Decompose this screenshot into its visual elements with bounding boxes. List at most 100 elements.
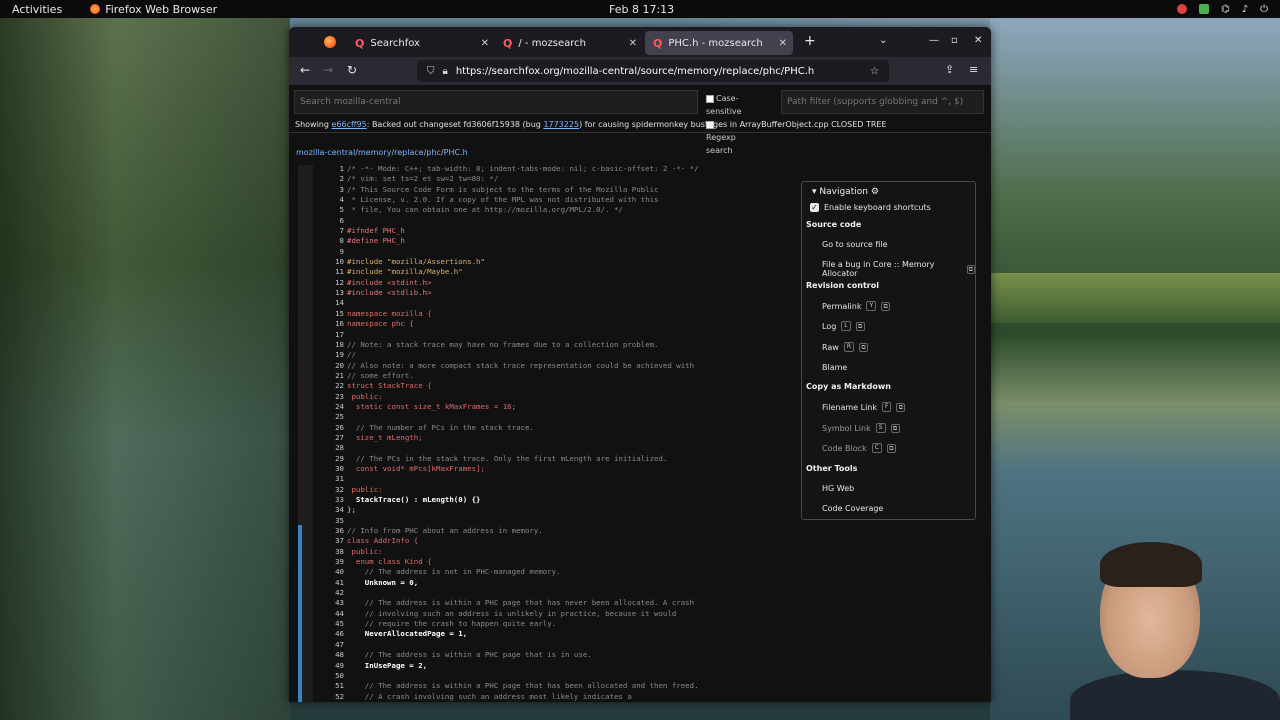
revision-link[interactable]: e66cff95: [332, 120, 367, 129]
line-number[interactable]: 36: [319, 526, 344, 536]
line-number[interactable]: 28: [319, 443, 344, 453]
clock[interactable]: Feb 8 17:13: [609, 3, 674, 16]
line-number[interactable]: 32: [319, 485, 344, 495]
line-number[interactable]: 45: [319, 619, 344, 629]
line-number[interactable]: 38: [319, 547, 344, 557]
line-number[interactable]: 49: [319, 661, 344, 671]
line-number[interactable]: 33: [319, 495, 344, 505]
system-tray[interactable]: ⌬ ♪ ⏻: [1176, 4, 1268, 15]
code-coverage-link[interactable]: Code Coverage: [822, 504, 883, 513]
update-icon[interactable]: [1198, 4, 1209, 14]
line-number[interactable]: 48: [319, 650, 344, 660]
log-link[interactable]: Log L ⧉: [822, 321, 865, 331]
line-number[interactable]: 10: [319, 257, 344, 267]
line-number[interactable]: 23: [319, 392, 344, 402]
line-number[interactable]: 6: [319, 216, 344, 226]
search-input[interactable]: [294, 90, 698, 114]
breadcrumb-memory[interactable]: memory: [358, 148, 391, 157]
reload-button[interactable]: ↻: [347, 63, 357, 77]
line-number[interactable]: 11: [319, 267, 344, 277]
line-number[interactable]: 2: [319, 174, 344, 184]
case-sensitive-checkbox[interactable]: [706, 94, 714, 103]
case-sensitive-option[interactable]: Case-sensitive: [706, 92, 742, 118]
line-number[interactable]: 31: [319, 474, 344, 484]
line-number[interactable]: 1: [319, 164, 344, 174]
close-icon[interactable]: ✕: [629, 38, 637, 49]
hg-web-link[interactable]: HG Web: [822, 484, 854, 493]
breadcrumb-mozilla-central[interactable]: mozilla-central: [296, 148, 355, 157]
app-menu[interactable]: Firefox Web Browser: [90, 3, 217, 16]
line-number[interactable]: 9: [319, 247, 344, 257]
go-to-source-link[interactable]: Go to source file: [822, 240, 888, 249]
copy-icon[interactable]: ⧉: [881, 301, 891, 311]
breadcrumb-phc[interactable]: phc: [426, 148, 441, 157]
line-number[interactable]: 30: [319, 464, 344, 474]
forward-button[interactable]: →: [323, 63, 333, 77]
breadcrumb-replace[interactable]: replace: [394, 148, 424, 157]
line-number[interactable]: 37: [319, 536, 344, 546]
line-number[interactable]: 5: [319, 205, 344, 215]
breadcrumb-file[interactable]: PHC.h: [444, 148, 468, 157]
maximize-icon[interactable]: ▫: [951, 35, 958, 46]
checkbox-checked[interactable]: ✓: [810, 203, 819, 212]
line-number[interactable]: 18: [319, 340, 344, 350]
path-filter-input[interactable]: [781, 90, 984, 114]
copy-icon[interactable]: ⧉: [855, 321, 865, 331]
line-number[interactable]: 40: [319, 567, 344, 577]
file-bug-link[interactable]: File a bug in Core :: Memory Allocator ⧉: [822, 260, 975, 278]
firefox-view-icon[interactable]: [324, 36, 336, 48]
line-number[interactable]: 7: [319, 226, 344, 236]
close-icon[interactable]: ✕: [779, 38, 787, 49]
volume-icon[interactable]: ♪: [1242, 4, 1248, 15]
copy-icon[interactable]: ⧉: [966, 264, 975, 274]
line-number[interactable]: 12: [319, 278, 344, 288]
url-bar[interactable]: ⛉ 🔒︎ https://searchfox.org/mozilla-centr…: [417, 60, 889, 82]
line-number[interactable]: 22: [319, 381, 344, 391]
network-icon[interactable]: ⌬: [1221, 4, 1230, 15]
line-number[interactable]: 14: [319, 298, 344, 308]
extensions-icon[interactable]: ⇪: [945, 63, 954, 76]
line-number[interactable]: 17: [319, 330, 344, 340]
shield-icon[interactable]: ⛉: [427, 66, 435, 77]
code-block-button[interactable]: Code Block C ⧉: [822, 443, 896, 453]
close-window-icon[interactable]: ✕: [974, 35, 982, 46]
navigation-header[interactable]: ▾ Navigation ⚙: [812, 187, 879, 197]
lock-icon[interactable]: 🔒︎: [443, 66, 448, 77]
copy-icon[interactable]: ⧉: [859, 342, 868, 352]
line-number[interactable]: 25: [319, 412, 344, 422]
blame-link[interactable]: Blame: [822, 363, 847, 372]
line-number[interactable]: 46: [319, 629, 344, 639]
power-icon[interactable]: ⏻: [1260, 4, 1268, 15]
line-number[interactable]: 24: [319, 402, 344, 412]
line-number[interactable]: 41: [319, 578, 344, 588]
back-button[interactable]: ←: [300, 63, 310, 77]
line-number[interactable]: 21: [319, 371, 344, 381]
line-number[interactable]: 19: [319, 350, 344, 360]
line-number[interactable]: 26: [319, 423, 344, 433]
line-number[interactable]: 34: [319, 505, 344, 515]
line-number[interactable]: 35: [319, 516, 344, 526]
line-number[interactable]: 15: [319, 309, 344, 319]
line-number[interactable]: 43: [319, 598, 344, 608]
enable-shortcuts-option[interactable]: ✓ Enable keyboard shortcuts: [810, 203, 931, 212]
tab-searchfox[interactable]: Q Searchfox ✕: [347, 31, 495, 55]
line-number[interactable]: 16: [319, 319, 344, 329]
close-icon[interactable]: ✕: [481, 38, 489, 49]
copy-icon[interactable]: ⧉: [890, 423, 900, 433]
line-number[interactable]: 29: [319, 454, 344, 464]
line-number[interactable]: 4: [319, 195, 344, 205]
permalink-link[interactable]: Permalink Y ⧉: [822, 301, 891, 311]
tab-phc-h[interactable]: Q PHC.h - mozsearch ✕: [645, 31, 793, 55]
line-number[interactable]: 20: [319, 361, 344, 371]
activities-button[interactable]: Activities: [12, 3, 62, 16]
filename-link-button[interactable]: Filename Link F ⧉: [822, 402, 906, 412]
line-number[interactable]: 39: [319, 557, 344, 567]
line-number[interactable]: 8: [319, 236, 344, 246]
line-number[interactable]: 50: [319, 671, 344, 681]
copy-icon[interactable]: ⧉: [886, 443, 896, 453]
bookmark-star-icon[interactable]: ☆: [870, 66, 879, 77]
menu-icon[interactable]: ≡: [969, 63, 978, 76]
url-text[interactable]: https://searchfox.org/mozilla-central/so…: [456, 66, 814, 77]
line-number[interactable]: 27: [319, 433, 344, 443]
line-number[interactable]: 52: [319, 692, 344, 702]
